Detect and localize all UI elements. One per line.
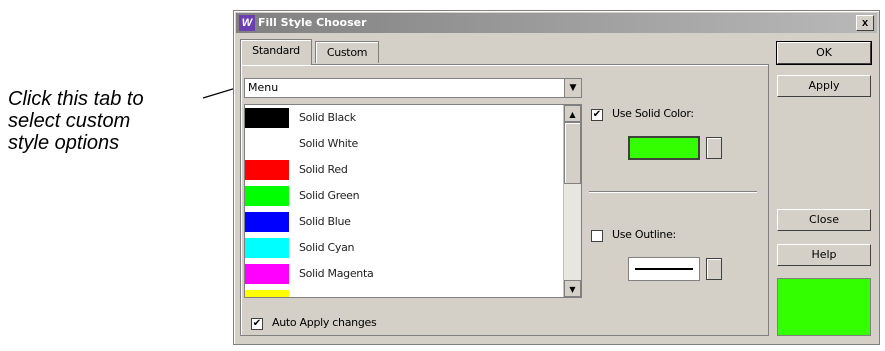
- separator: [589, 191, 757, 193]
- auto-apply-checkbox[interactable]: ✔: [251, 318, 263, 330]
- color-swatch: [245, 134, 289, 154]
- list-item[interactable]: Solid Red: [245, 157, 581, 183]
- help-button[interactable]: Help: [777, 244, 871, 266]
- list-item[interactable]: Solid Green: [245, 183, 581, 209]
- outline-dropdown-button[interactable]: [706, 258, 722, 280]
- chevron-down-icon[interactable]: ▼: [564, 79, 581, 97]
- fill-preview: [777, 278, 871, 336]
- use-outline-checkbox[interactable]: [591, 230, 603, 242]
- list-item[interactable]: Solid White: [245, 131, 581, 157]
- color-swatch: [245, 238, 289, 258]
- list-item-label: Solid White: [299, 137, 358, 150]
- close-button[interactable]: Close: [777, 209, 871, 231]
- fill-style-list[interactable]: Solid Black Solid White Solid Red Solid …: [244, 104, 582, 298]
- color-swatch: [245, 212, 289, 232]
- scroll-thumb[interactable]: [564, 122, 581, 184]
- list-item-label: Solid Red: [299, 163, 348, 176]
- solid-color-dropdown-button[interactable]: [706, 137, 722, 159]
- list-item[interactable]: Solid Magenta: [245, 261, 581, 287]
- list-scrollbar[interactable]: ▲ ▼: [563, 105, 581, 297]
- color-swatch: [245, 160, 289, 180]
- list-item-label: Solid Black: [299, 111, 356, 124]
- list-item[interactable]: Solid Cyan: [245, 235, 581, 261]
- tab-standard[interactable]: Standard: [240, 39, 312, 65]
- list-item[interactable]: Solid Black: [245, 105, 581, 131]
- outline-style-button[interactable]: [628, 257, 700, 281]
- fill-style-chooser-dialog: W Fill Style Chooser x Standard Custom M…: [233, 10, 880, 345]
- list-item-label: Solid Cyan: [299, 241, 355, 254]
- title-bar: W Fill Style Chooser x: [236, 13, 877, 33]
- list-item[interactable]: Solid Blue: [245, 209, 581, 235]
- color-swatch: [245, 290, 289, 297]
- menu-select[interactable]: Menu ▼: [244, 78, 582, 98]
- color-swatch: [245, 186, 289, 206]
- use-solid-color-label: Use Solid Color:: [612, 107, 694, 120]
- color-swatch: [245, 108, 289, 128]
- tab-custom[interactable]: Custom: [315, 41, 379, 63]
- close-window-button[interactable]: x: [856, 15, 874, 31]
- scroll-down-icon[interactable]: ▼: [564, 280, 581, 297]
- ok-button[interactable]: OK: [776, 41, 872, 65]
- use-solid-color-checkbox[interactable]: ✔: [591, 109, 603, 121]
- list-item-label: Solid Blue: [299, 215, 351, 228]
- app-icon: W: [239, 15, 255, 31]
- list-item-label: Solid Magenta: [299, 267, 374, 280]
- list-item[interactable]: [245, 287, 581, 297]
- list-item-label: Solid Green: [299, 189, 360, 202]
- outline-line-preview: [635, 268, 693, 270]
- menu-select-value: Menu: [248, 81, 279, 94]
- dialog-title: Fill Style Chooser: [258, 16, 367, 29]
- scroll-up-icon[interactable]: ▲: [564, 105, 581, 122]
- color-swatch: [245, 264, 289, 284]
- solid-color-button[interactable]: [628, 136, 700, 160]
- use-outline-label: Use Outline:: [612, 228, 676, 241]
- apply-button[interactable]: Apply: [777, 75, 871, 97]
- auto-apply-label: Auto Apply changes: [272, 316, 377, 329]
